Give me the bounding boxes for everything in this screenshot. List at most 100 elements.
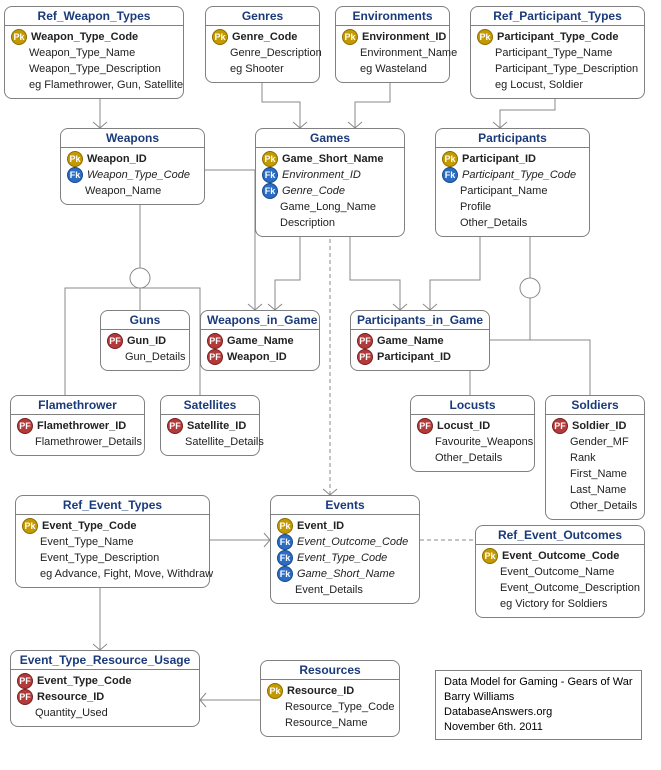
column-label: Environment_Name	[360, 45, 457, 61]
pk-key-icon: Pk	[22, 518, 38, 534]
column-label: Game_Short_Name	[297, 566, 395, 582]
entity-title: Event_Type_Resource_Usage	[11, 651, 199, 670]
pf-key-icon: PF	[17, 418, 33, 434]
no-key-icon	[342, 46, 356, 60]
column-label: Gender_MF	[570, 434, 629, 450]
column-label: Event_Type_Description	[40, 550, 159, 566]
no-key-icon	[267, 700, 281, 714]
no-key-icon	[417, 451, 431, 465]
entity-column: Participant_Type_Description	[477, 61, 638, 77]
no-key-icon	[11, 46, 25, 60]
entity-column: Participant_Name	[442, 183, 583, 199]
entity-column: Event_Outcome_Name	[482, 564, 638, 580]
column-label: Event_Details	[295, 582, 363, 598]
entity-column: Resource_Name	[267, 715, 393, 731]
entity-title: Soldiers	[546, 396, 644, 415]
entity-column: PkParticipant_ID	[442, 151, 583, 167]
no-key-icon	[477, 46, 491, 60]
entity-column: PkEvent_ID	[277, 518, 413, 534]
column-label: Satellite_ID	[187, 418, 246, 434]
entity-column: eg Victory for Soldiers	[482, 596, 638, 612]
entity-title: Ref_Participant_Types	[471, 7, 644, 26]
column-label: Weapon_Type_Code	[31, 29, 138, 45]
entity-column: Event_Details	[277, 582, 413, 598]
entity-column: eg Shooter	[212, 61, 313, 77]
column-label: Resource_Type_Code	[285, 699, 394, 715]
column-label: Weapon_Name	[85, 183, 161, 199]
pk-key-icon: Pk	[267, 683, 283, 699]
entity-ref-event-types: Ref_Event_Types PkEvent_Type_CodeEvent_T…	[15, 495, 210, 588]
column-label: eg Wasteland	[360, 61, 427, 77]
entity-weapons-in-game: Weapons_in_Game PFGame_NamePFWeapon_ID	[200, 310, 320, 371]
column-label: Gun_ID	[127, 333, 166, 349]
entity-guns: Guns PFGun_IDGun_Details	[100, 310, 190, 371]
column-label: Resource_ID	[287, 683, 354, 699]
entity-title: Ref_Weapon_Types	[5, 7, 183, 26]
pk-key-icon: Pk	[477, 29, 493, 45]
column-label: Game_Name	[377, 333, 444, 349]
column-label: Participant_ID	[462, 151, 536, 167]
entity-column: Satellite_Details	[167, 434, 253, 450]
entity-ref-participant-types: Ref_Participant_Types PkParticipant_Type…	[470, 6, 645, 99]
entity-column: Participant_Type_Name	[477, 45, 638, 61]
column-label: Resource_Name	[285, 715, 368, 731]
no-key-icon	[342, 62, 356, 76]
column-label: eg Shooter	[230, 61, 284, 77]
entity-column: FkEvent_Outcome_Code	[277, 534, 413, 550]
no-key-icon	[552, 451, 566, 465]
entity-column: eg Locust, Soldier	[477, 77, 638, 93]
column-label: eg Victory for Soldiers	[500, 596, 607, 612]
entity-column: FkGenre_Code	[262, 183, 398, 199]
fk-key-icon: Fk	[277, 550, 293, 566]
column-label: Quantity_Used	[35, 705, 108, 721]
column-label: eg Advance, Fight, Move, Withdraw	[40, 566, 213, 582]
entity-column: Event_Type_Name	[22, 534, 203, 550]
no-key-icon	[477, 78, 491, 92]
entity-events: Events PkEvent_IDFkEvent_Outcome_CodeFkE…	[270, 495, 420, 604]
entity-column: PFLocust_ID	[417, 418, 528, 434]
column-label: First_Name	[570, 466, 627, 482]
pk-key-icon: Pk	[11, 29, 27, 45]
pf-key-icon: PF	[17, 689, 33, 705]
no-key-icon	[477, 62, 491, 76]
column-label: Event_Outcome_Description	[500, 580, 640, 596]
entity-column: PFGame_Name	[207, 333, 313, 349]
column-label: Event_Outcome_Name	[500, 564, 614, 580]
pk-key-icon: Pk	[212, 29, 228, 45]
pf-key-icon: PF	[357, 349, 373, 365]
no-key-icon	[107, 350, 121, 364]
entity-column: Rank	[552, 450, 638, 466]
column-label: Genre_Code	[232, 29, 297, 45]
entity-column: Event_Type_Description	[22, 550, 203, 566]
entity-column: Other_Details	[442, 215, 583, 231]
caption-line: Barry Williams	[444, 690, 633, 705]
no-key-icon	[552, 467, 566, 481]
no-key-icon	[552, 435, 566, 449]
diagram-caption: Data Model for Gaming - Gears of War Bar…	[435, 670, 642, 740]
entity-column: Game_Long_Name	[262, 199, 398, 215]
column-label: Description	[280, 215, 335, 231]
no-key-icon	[262, 200, 276, 214]
entity-column: PkEvent_Outcome_Code	[482, 548, 638, 564]
no-key-icon	[442, 184, 456, 198]
entity-event-type-resource-usage: Event_Type_Resource_Usage PFEvent_Type_C…	[10, 650, 200, 727]
fk-key-icon: Fk	[442, 167, 458, 183]
entity-title: Guns	[101, 311, 189, 330]
column-label: Event_Type_Name	[40, 534, 134, 550]
entity-column: First_Name	[552, 466, 638, 482]
entity-soldiers: Soldiers PFSoldier_IDGender_MFRankFirst_…	[545, 395, 645, 520]
no-key-icon	[552, 483, 566, 497]
entity-column: Other_Details	[552, 498, 638, 514]
pk-key-icon: Pk	[67, 151, 83, 167]
column-label: Soldier_ID	[572, 418, 626, 434]
column-label: eg Flamethrower, Gun, Satellite	[29, 77, 183, 93]
column-label: Genre_Code	[282, 183, 345, 199]
pf-key-icon: PF	[107, 333, 123, 349]
column-label: Participant_Type_Code	[462, 167, 576, 183]
no-key-icon	[267, 716, 281, 730]
column-label: Event_Type_Code	[37, 673, 132, 689]
column-label: Weapon_Type_Description	[29, 61, 161, 77]
entity-column: PkEvent_Type_Code	[22, 518, 203, 534]
fk-key-icon: Fk	[262, 183, 278, 199]
column-label: Weapon_ID	[87, 151, 147, 167]
